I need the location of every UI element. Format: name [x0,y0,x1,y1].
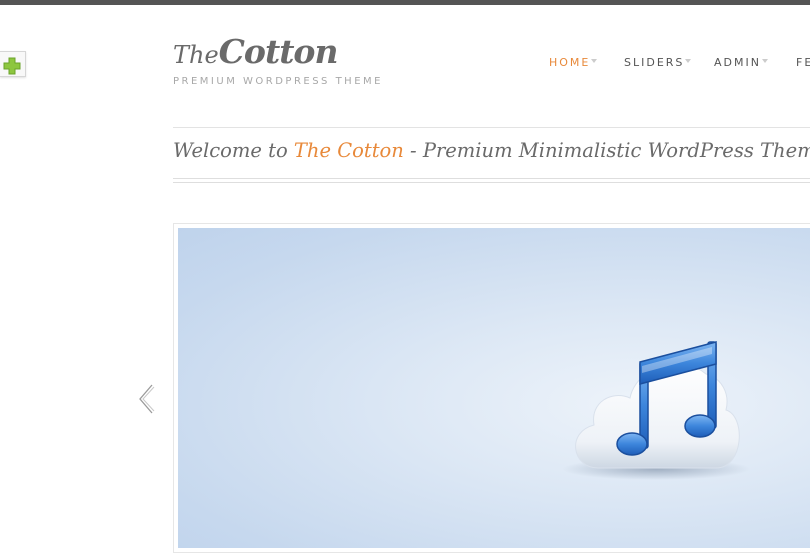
nav-item-features[interactable]: FE [796,56,810,69]
welcome-suffix: - Premium Minimalistic WordPress Theme [403,139,810,162]
logo-prefix: The [173,41,219,69]
nav-item-label: SLIDERS [624,56,685,69]
side-panel-toggle[interactable] [0,51,26,77]
nav-item-label: ADMIN [714,56,761,69]
top-bar [0,0,810,5]
site-logo[interactable]: TheCotton [173,32,339,71]
nav-item-label: FE [796,56,810,69]
welcome-prefix: Welcome to [173,139,294,162]
divider [173,178,810,179]
chevron-down-icon [761,59,768,63]
welcome-heading: Welcome to The Cotton - Premium Minimali… [173,139,810,162]
divider [173,127,810,128]
divider [173,182,810,183]
nav-item-home[interactable]: HOME [549,56,598,69]
chevron-down-icon [591,59,598,63]
nav-item-label: HOME [549,56,591,69]
nav-item-sliders[interactable]: SLIDERS [624,56,692,69]
music-note-cloud-icon [562,341,750,480]
chevron-left-icon[interactable] [137,383,155,415]
chevron-down-icon [685,59,692,63]
site-tagline: PREMIUM WORDPRESS THEME [173,76,383,87]
plus-icon [3,57,21,75]
logo-main: Cotton [218,32,339,71]
welcome-highlight: The Cotton [293,139,404,162]
nav-item-admin[interactable]: ADMIN [714,56,768,69]
